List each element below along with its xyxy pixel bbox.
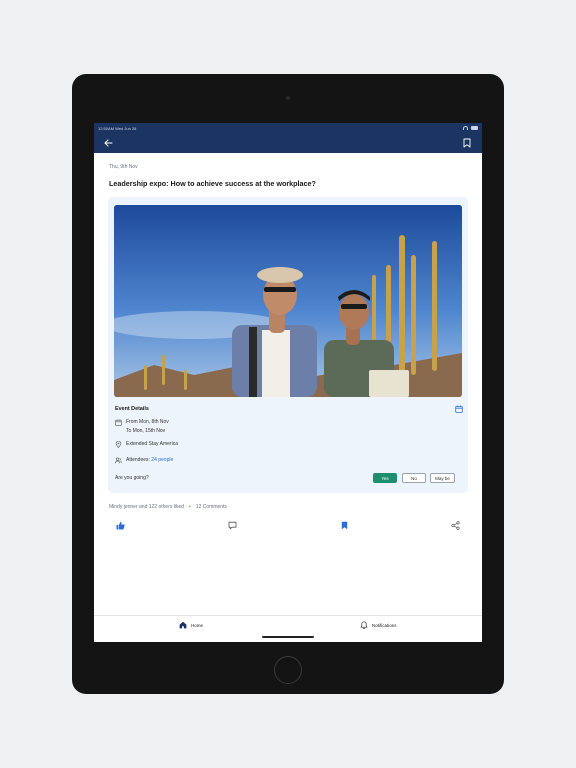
nav-home-label: Home: [191, 622, 204, 628]
comments-count[interactable]: 12 Comments: [196, 504, 227, 510]
calendar-icon[interactable]: [455, 405, 463, 413]
separator-dot: •: [189, 504, 191, 510]
rsvp-question: Are you going?: [115, 475, 149, 481]
event-start-date: From Mon, 8th Nov: [126, 419, 169, 425]
people-icon: [115, 457, 122, 464]
status-bar: 12:50AM Wed Jun 28: [94, 123, 482, 133]
status-icons: [463, 126, 478, 130]
attendees-count-link[interactable]: 24 people: [151, 457, 173, 463]
battery-icon: [471, 126, 478, 130]
rsvp-maybe-button[interactable]: May be: [430, 473, 455, 483]
rsvp-yes-button[interactable]: Yes: [373, 473, 397, 483]
event-card: Event Details From Mon, 8th Nov To Mon, …: [108, 197, 468, 493]
front-camera: [286, 96, 290, 100]
bell-icon: [360, 621, 368, 629]
back-arrow-icon[interactable]: [103, 138, 113, 148]
event-end-date: To Mon, 15th Nov: [126, 428, 166, 434]
post-title: Leadership expo: How to achieve success …: [109, 179, 316, 188]
nav-notifications[interactable]: Notifications: [360, 621, 397, 629]
device-home-button[interactable]: [274, 656, 302, 684]
location-pin-icon: [115, 441, 122, 448]
calendar-icon: [115, 419, 122, 426]
app-bar: [94, 133, 482, 153]
home-indicator: [262, 636, 314, 638]
thumbs-up-icon[interactable]: [116, 521, 125, 530]
event-photo: [114, 205, 462, 397]
share-icon[interactable]: [451, 521, 460, 530]
wifi-icon: [463, 126, 468, 130]
comment-icon[interactable]: [228, 521, 237, 530]
event-location: Extended Stay America: [126, 441, 178, 447]
bottom-nav: Home Notifications: [94, 615, 482, 642]
status-time: 12:50AM Wed Jun 28: [98, 126, 137, 131]
nav-home[interactable]: Home: [179, 621, 203, 629]
engagement-summary: Mindy jenner and 122 others liked • 12 Com…: [109, 504, 227, 510]
rsvp-no-button[interactable]: No: [402, 473, 426, 483]
home-icon: [179, 621, 187, 629]
bookmark-icon[interactable]: [340, 521, 349, 530]
bookmark-icon[interactable]: [463, 138, 471, 148]
attendees-label: Attendees:: [126, 457, 150, 463]
nav-notifications-label: Notifications: [372, 622, 397, 628]
app-screen: 12:50AM Wed Jun 28 Thu, 9th Nov Leadersh…: [94, 123, 482, 642]
attendees-row: Attendees: 24 people: [126, 457, 173, 463]
post-date: Thu, 9th Nov: [109, 164, 138, 170]
event-details-title: Event Details: [115, 406, 149, 412]
likes-text[interactable]: Mindy jenner and 122 others liked: [109, 504, 184, 510]
